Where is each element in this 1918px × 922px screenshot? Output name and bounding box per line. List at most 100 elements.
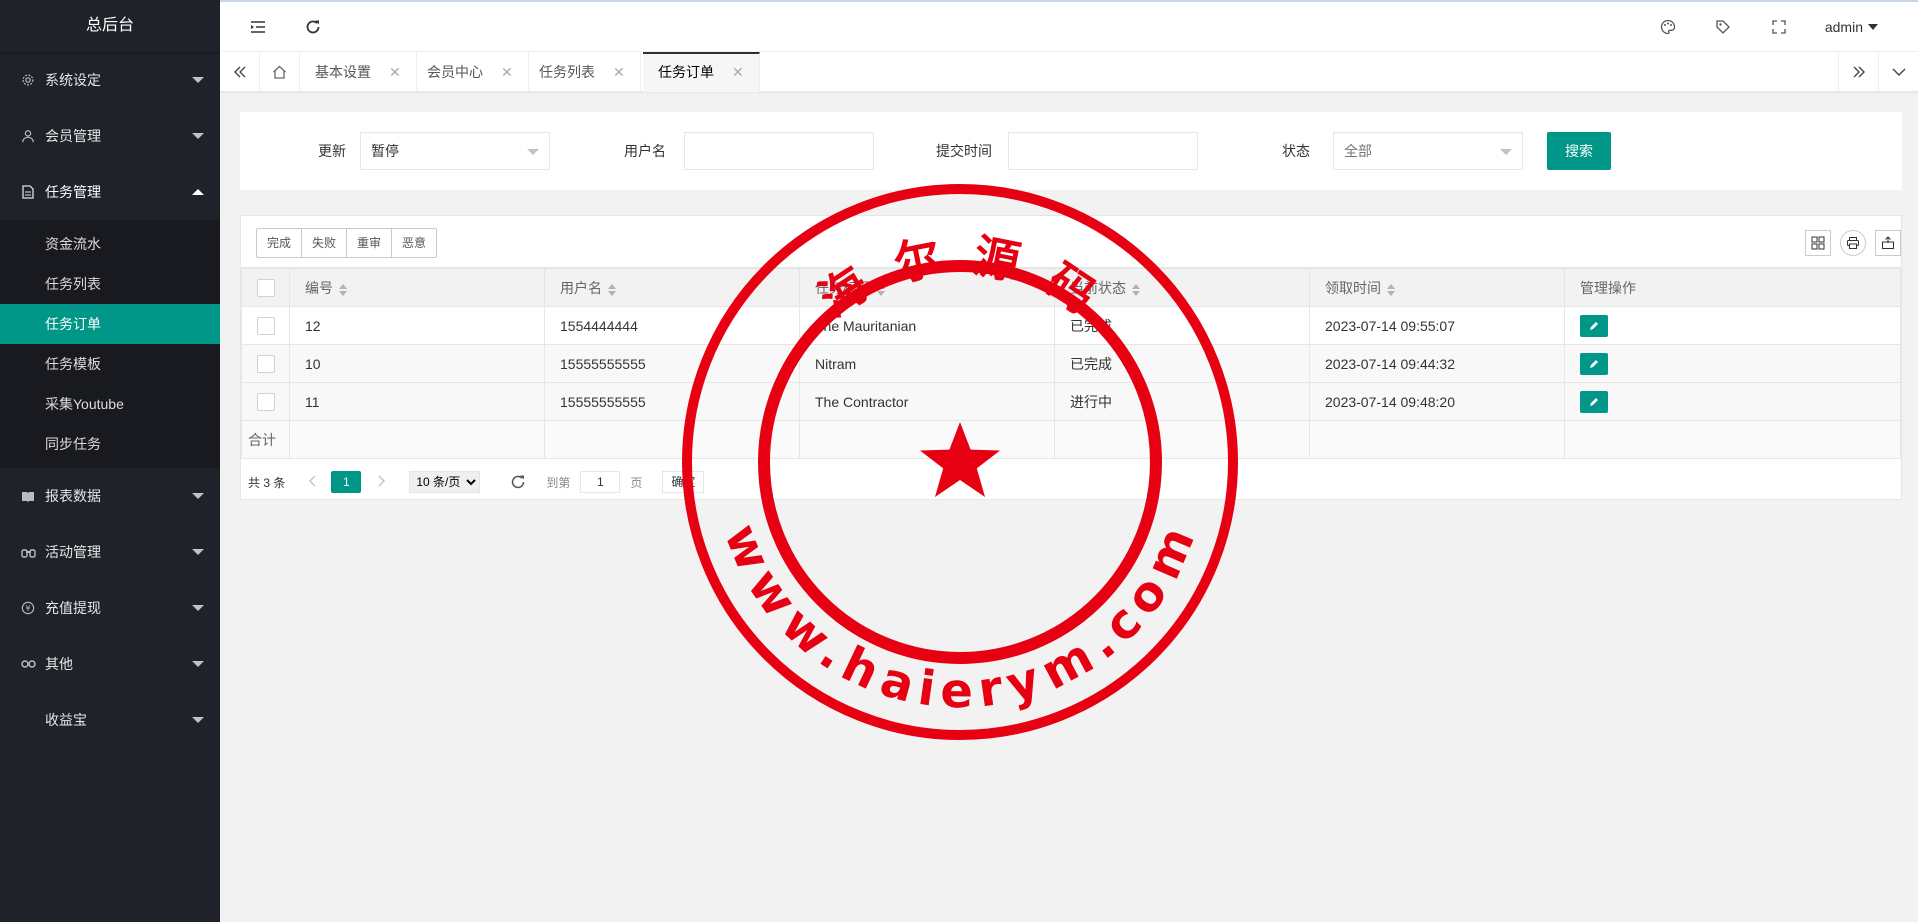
edit-icon	[1590, 397, 1598, 406]
column-header-username[interactable]: 用户名	[544, 268, 800, 307]
goto-page-input[interactable]: 1	[580, 471, 621, 493]
table-row[interactable]: 10 15555555555 Nitram 已完成 2023-07-14 09:…	[241, 344, 1901, 383]
row-checkbox[interactable]	[256, 316, 275, 335]
edit-button[interactable]	[1580, 314, 1608, 337]
tab-label: 基本设置	[315, 64, 371, 80]
re-review-button[interactable]: 重审	[346, 228, 393, 258]
chevron-down-icon	[192, 77, 204, 83]
username-input[interactable]	[684, 132, 874, 170]
sidebar-item-label: 活动管理	[45, 544, 101, 560]
close-icon[interactable]: ✕	[613, 64, 625, 80]
sidebar-item-earnings[interactable]: 收益宝	[0, 692, 220, 748]
mark-malicious-button[interactable]: 恶意	[391, 228, 438, 258]
table-row[interactable]: 12 1554444444 The Mauritanian 已完成 2023-0…	[241, 306, 1901, 345]
sort-icon[interactable]	[608, 283, 616, 296]
table-header-row: 编号 用户名 任务标题 当前状态 领取时间 管理操作	[241, 268, 1901, 307]
chevron-down-icon	[192, 549, 204, 555]
sidebar-item-member-management[interactable]: 会员管理	[0, 108, 220, 164]
mark-failed-button[interactable]: 失败	[301, 228, 348, 258]
close-icon[interactable]: ✕	[389, 64, 401, 80]
sidebar-item-task-management[interactable]: 任务管理	[0, 164, 220, 220]
mark-complete-button[interactable]: 完成	[256, 228, 303, 258]
row-checkbox[interactable]	[256, 392, 275, 411]
sidebar-subitem-fund-flow[interactable]: 资金流水	[0, 224, 220, 264]
page-size-select[interactable]: 10 条/页	[409, 471, 481, 493]
tabs-scroll-right-button[interactable]	[1838, 52, 1878, 92]
sidebar-subitem-task-orders[interactable]: 任务订单	[0, 304, 220, 344]
tab-home[interactable]	[260, 52, 300, 92]
chevron-down-icon	[527, 149, 539, 155]
report-icon	[20, 488, 36, 504]
fullscreen-icon	[1772, 20, 1786, 34]
svg-text:¥: ¥	[25, 604, 30, 613]
columns-icon	[1811, 236, 1825, 250]
column-header-received-time[interactable]: 领取时间	[1309, 268, 1565, 307]
sidebar-subitem-task-list[interactable]: 任务列表	[0, 264, 220, 304]
table-row[interactable]: 11 15555555555 The Contractor 进行中 2023-0…	[241, 382, 1901, 421]
next-page-button[interactable]	[371, 475, 391, 490]
page-suffix: 页	[630, 475, 643, 490]
chevron-up-icon	[192, 189, 204, 195]
current-page[interactable]: 1	[331, 471, 362, 493]
tabs-menu-button[interactable]	[1878, 52, 1918, 92]
sidebar-item-activities[interactable]: 活动管理	[0, 524, 220, 580]
refresh-button[interactable]	[293, 2, 333, 52]
close-icon[interactable]: ✕	[501, 64, 513, 80]
edit-button[interactable]	[1580, 352, 1608, 375]
yen-icon: ¥	[20, 600, 36, 616]
sidebar-subitem-task-templates[interactable]: 任务模板	[0, 344, 220, 384]
theme-button[interactable]	[1648, 2, 1688, 52]
double-chevron-right-icon	[1853, 66, 1865, 78]
column-header-task-title[interactable]: 任务标题	[799, 268, 1055, 307]
tab-member-center[interactable]: 会员中心 ✕	[412, 52, 529, 92]
row-checkbox[interactable]	[256, 354, 275, 373]
cell-username: 1554444444	[544, 306, 800, 345]
sidebar-subitem-collect-youtube[interactable]: 采集Youtube	[0, 384, 220, 424]
column-filter-button[interactable]	[1805, 230, 1831, 256]
cell-task-title: The Contractor	[799, 382, 1055, 421]
tab-basic-settings[interactable]: 基本设置 ✕	[300, 52, 417, 92]
goto-confirm-button[interactable]: 确定	[662, 471, 705, 493]
update-select[interactable]: 暂停	[360, 132, 550, 170]
sidebar-item-other[interactable]: 其他	[0, 636, 220, 692]
app-logo-title[interactable]: 总后台	[0, 0, 220, 52]
notes-button[interactable]	[1703, 2, 1743, 52]
sidebar-item-recharge-withdraw[interactable]: ¥ 充值提现	[0, 580, 220, 636]
total-label: 合计	[241, 420, 290, 459]
submit-time-input[interactable]	[1008, 132, 1198, 170]
search-button[interactable]: 搜索	[1547, 132, 1611, 170]
sidebar: 总后台 系统设定 会员管理 任务管理 资金流水 任务列表 任务订单 任务模板 采…	[0, 0, 220, 922]
user-menu[interactable]: admin	[1825, 2, 1878, 52]
sidebar-item-reports[interactable]: 报表数据	[0, 468, 220, 524]
column-header-id[interactable]: 编号	[289, 268, 545, 307]
prev-page-button[interactable]	[303, 475, 323, 490]
sort-icon[interactable]	[877, 283, 885, 296]
sort-icon[interactable]	[1132, 283, 1140, 296]
tabs-scroll-left-button[interactable]	[220, 52, 260, 92]
cell-received-time: 2023-07-14 09:48:20	[1309, 382, 1565, 421]
select-all-checkbox[interactable]	[256, 278, 275, 297]
column-header-status[interactable]: 当前状态	[1054, 268, 1310, 307]
sidebar-item-system-settings[interactable]: 系统设定	[0, 52, 220, 108]
cell-id: 12	[289, 306, 545, 345]
sidebar-item-label: 收益宝	[45, 712, 87, 728]
tab-task-list[interactable]: 任务列表 ✕	[524, 52, 641, 92]
print-button[interactable]	[1840, 230, 1866, 256]
sort-icon[interactable]	[339, 283, 347, 296]
fullscreen-button[interactable]	[1759, 2, 1799, 52]
cell-task-title: The Mauritanian	[799, 306, 1055, 345]
toggle-sidebar-button[interactable]	[238, 2, 278, 52]
cell-status: 已完成	[1054, 306, 1310, 345]
status-select[interactable]: 全部	[1333, 132, 1523, 170]
tab-task-orders[interactable]: 任务订单 ✕	[643, 52, 760, 92]
status-filter-label: 状态	[1282, 143, 1310, 159]
sort-icon[interactable]	[1387, 283, 1395, 296]
file-icon	[20, 184, 36, 200]
sidebar-subitem-sync-tasks[interactable]: 同步任务	[0, 424, 220, 464]
pagination: 共 3 条 1 10 条/页 到第 1 页 确定	[241, 464, 1901, 500]
close-icon[interactable]: ✕	[732, 64, 744, 80]
export-button[interactable]	[1875, 230, 1901, 256]
sidebar-item-label: 其他	[45, 656, 73, 672]
refresh-page-button[interactable]	[510, 474, 526, 490]
edit-button[interactable]	[1580, 390, 1608, 413]
